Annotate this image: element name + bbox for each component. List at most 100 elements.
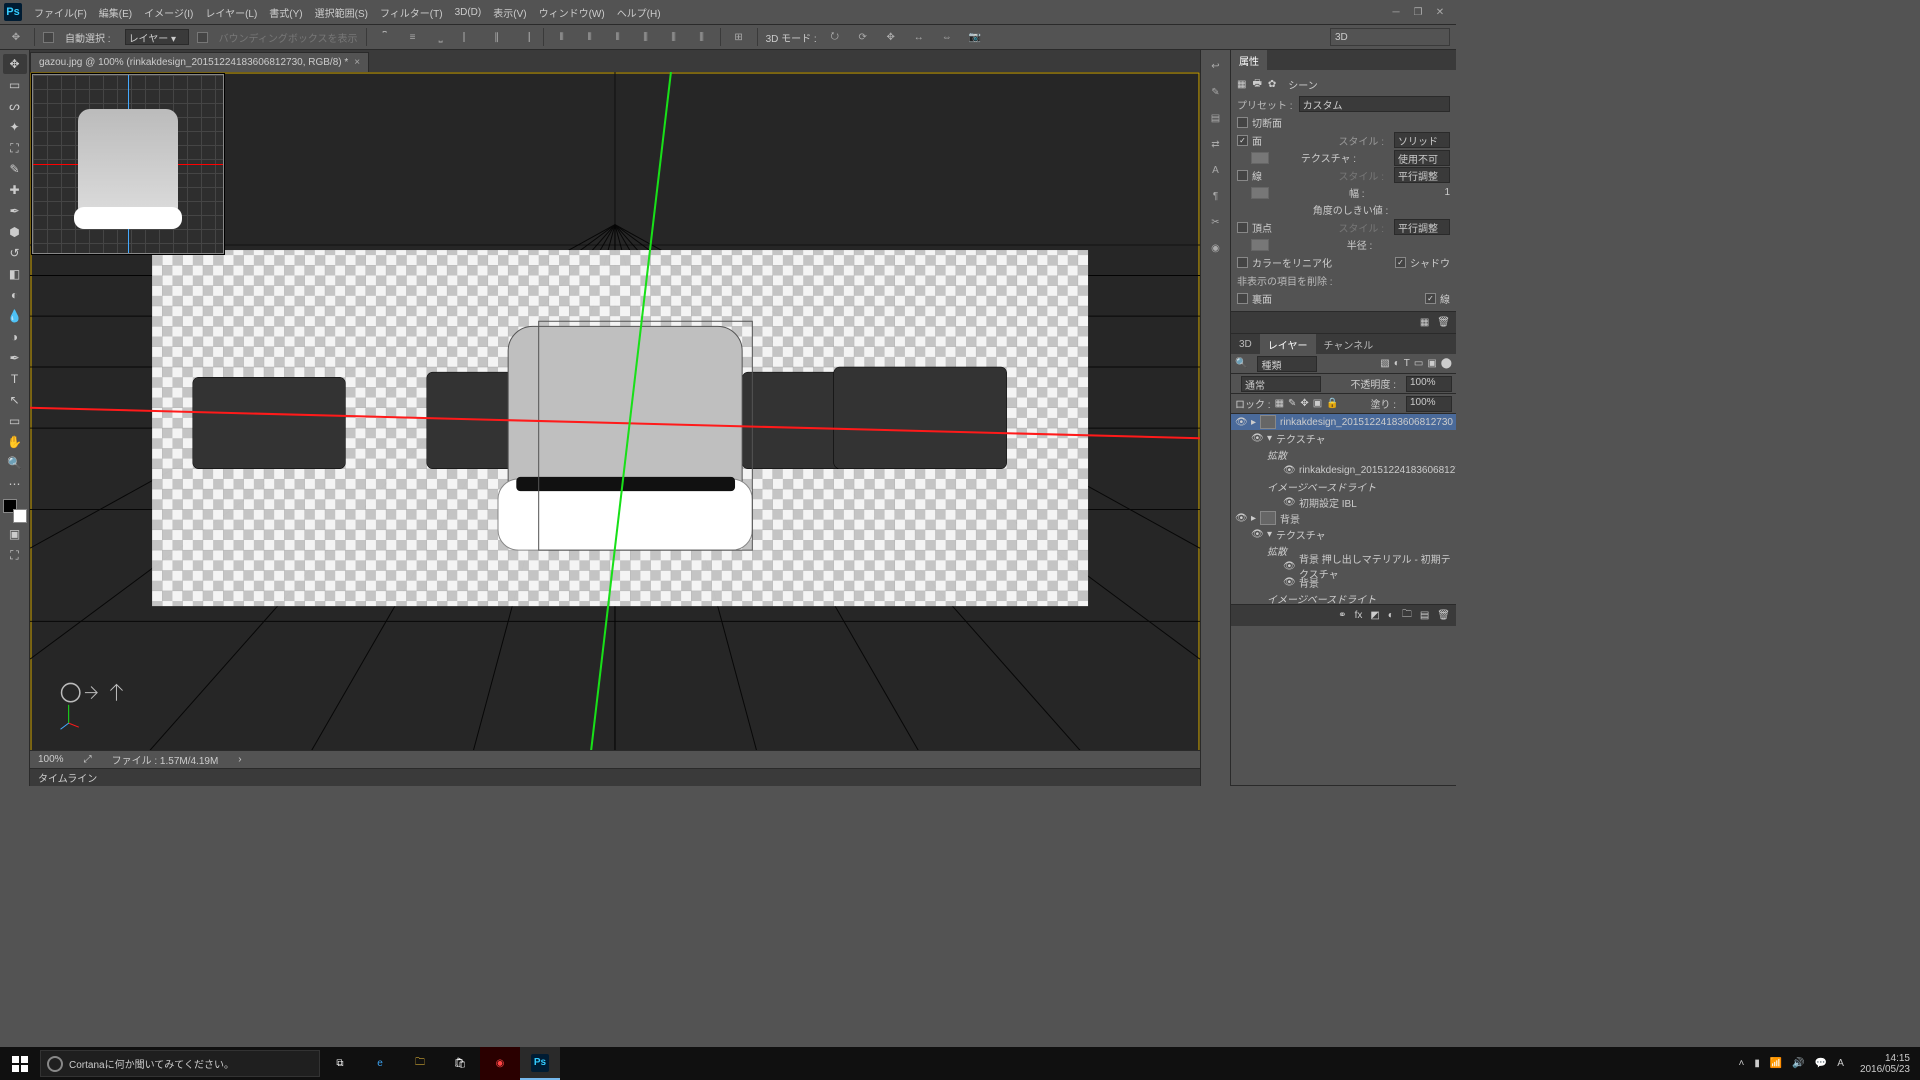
store-icon[interactable]: 🛍 — [440, 1047, 480, 1080]
volume-icon[interactable]: 🔊 — [1792, 1058, 1804, 1069]
properties-tab[interactable]: 属性 — [1231, 50, 1267, 71]
distribute-left-icon[interactable]: ⫼ — [636, 27, 656, 47]
pan-icon[interactable]: ✥ — [881, 27, 901, 47]
align-top-icon[interactable]: ⎴ — [375, 27, 395, 47]
minimize-icon[interactable]: ─ — [1390, 6, 1402, 18]
lock-trans-icon[interactable]: ▦ — [1275, 398, 1284, 409]
zoom-tool[interactable]: 🔍 — [3, 453, 27, 473]
faces-checkbox[interactable] — [1237, 135, 1248, 146]
visibility-icon[interactable]: 👁 — [1235, 513, 1247, 524]
shape-tool[interactable]: ▭ — [3, 411, 27, 431]
layer-item[interactable]: イメージベースドライト — [1231, 590, 1456, 604]
wand-tool[interactable]: ✦ — [3, 117, 27, 137]
lock-pos-icon[interactable]: ✥ — [1300, 398, 1308, 409]
menu-image[interactable]: イメージ(I) — [138, 5, 199, 20]
filter-adjust-icon[interactable]: ◐ — [1394, 358, 1400, 369]
linearize-checkbox[interactable] — [1237, 257, 1248, 268]
distribute-hcenter-icon[interactable]: ⫼ — [664, 27, 684, 47]
channels-panel-tab[interactable]: チャンネル — [1316, 334, 1382, 355]
lock-nest-icon[interactable]: ▣ — [1313, 398, 1322, 409]
creative-cloud-icon[interactable]: ◉ — [480, 1047, 520, 1080]
mask-icon[interactable]: ◩ — [1370, 610, 1379, 621]
fill-input[interactable]: 100% — [1406, 396, 1452, 412]
slide-icon[interactable]: ↔ — [909, 27, 929, 47]
trash-icon[interactable]: 🗑 — [1437, 317, 1450, 328]
brush-tool[interactable]: ✒ — [3, 201, 27, 221]
swatch-panel-icon[interactable]: ▤ — [1206, 108, 1226, 128]
type-tool[interactable]: T — [3, 369, 27, 389]
gear-icon[interactable]: ✿ — [1268, 79, 1276, 90]
menu-file[interactable]: ファイル(F) — [28, 5, 93, 20]
menu-filter[interactable]: フィルター(T) — [374, 5, 449, 20]
distribute-vcenter-icon[interactable]: ⫴ — [580, 27, 600, 47]
more-tools[interactable]: ⋯ — [3, 474, 27, 494]
layer-item[interactable]: 👁▸背景 — [1231, 510, 1456, 526]
close-icon[interactable]: ✕ — [1434, 6, 1446, 18]
align-right-icon[interactable]: ⎹ — [515, 27, 535, 47]
menu-help[interactable]: ヘルプ(H) — [611, 5, 667, 20]
auto-select-dropdown[interactable]: レイヤー ▾ — [125, 29, 189, 45]
cortana-search[interactable]: Cortanaに何か聞いてみてください。 — [40, 1050, 320, 1077]
link-icon[interactable]: ⚭ — [1338, 610, 1346, 621]
hand-tool[interactable]: ✋ — [3, 432, 27, 452]
group-icon[interactable]: 🗀 — [1402, 607, 1412, 624]
move-tool-icon[interactable]: ✥ — [6, 27, 26, 47]
camera-icon[interactable]: 📷 — [965, 27, 985, 47]
tray-chevron-icon[interactable]: ˄ — [1739, 1058, 1745, 1069]
paragraph-panel-icon[interactable]: ¶ — [1206, 186, 1226, 206]
visibility-icon[interactable]: 👁 — [1283, 561, 1295, 572]
roll-icon[interactable]: ⟳ — [853, 27, 873, 47]
face-style-dropdown[interactable]: ソリッド — [1394, 132, 1450, 148]
new-layer-icon[interactable]: ▤ — [1420, 610, 1429, 621]
blur-tool[interactable]: 💧 — [3, 306, 27, 326]
document-tab[interactable]: gazou.jpg @ 100% (rinkakdesign_201512241… — [30, 52, 369, 72]
start-button[interactable] — [0, 1047, 40, 1080]
menu-window[interactable]: ウィンドウ(W) — [533, 5, 611, 20]
zoom-icon[interactable]: ⇔ — [937, 27, 957, 47]
opacity-input[interactable]: 100% — [1406, 376, 1452, 392]
cc-libraries-icon[interactable]: ◉ — [1206, 238, 1226, 258]
timeline-tab[interactable]: タイムライン — [38, 770, 97, 785]
marquee-tool[interactable]: ▭ — [3, 75, 27, 95]
cross-section-checkbox[interactable] — [1237, 117, 1248, 128]
filter-kind-dropdown[interactable]: 種類 — [1257, 356, 1317, 372]
battery-icon[interactable]: ▮ — [1754, 1058, 1760, 1069]
shadow-checkbox[interactable] — [1395, 257, 1406, 268]
secondary-view[interactable] — [32, 74, 224, 254]
filter-toggle[interactable]: ⬤ — [1441, 358, 1452, 369]
auto-align-icon[interactable]: ⊞ — [729, 27, 749, 47]
heal-tool[interactable]: ✚ — [3, 180, 27, 200]
orbit-icon[interactable]: ⭮ — [825, 27, 845, 47]
bbox-checkbox[interactable] — [197, 32, 208, 43]
menu-edit[interactable]: 編集(E) — [93, 5, 138, 20]
menu-view[interactable]: 表示(V) — [487, 5, 532, 20]
pen-tool[interactable]: ✒ — [3, 348, 27, 368]
history-icon[interactable]: ↩ — [1206, 56, 1226, 76]
lock-all-icon[interactable]: 🔒 — [1326, 398, 1338, 409]
visibility-icon[interactable]: 👁 — [1283, 465, 1295, 476]
task-view-icon[interactable]: ⧉ — [320, 1047, 360, 1080]
blend-mode-dropdown[interactable]: 通常 — [1241, 376, 1321, 392]
layer-item[interactable]: 👁rinkakdesign_20151224183606812730... — [1231, 462, 1456, 478]
adjustment-icon[interactable]: ◐ — [1388, 610, 1394, 621]
distribute-bottom-icon[interactable]: ⫴ — [608, 27, 628, 47]
distribute-top-icon[interactable]: ⫴ — [552, 27, 572, 47]
crop-tool[interactable]: ⛶ — [3, 138, 27, 158]
status-arrow-icon[interactable]: › — [238, 754, 241, 765]
filter-pixel-icon[interactable]: ▧ — [1380, 358, 1389, 369]
quickmask-tool[interactable]: ▣ — [3, 524, 27, 544]
maximize-icon[interactable]: ❐ — [1412, 6, 1424, 18]
backface-checkbox[interactable] — [1237, 293, 1248, 304]
canvas-3d-viewport[interactable] — [30, 72, 1200, 750]
explorer-icon[interactable]: 🗀 — [400, 1047, 440, 1080]
preset-dropdown[interactable]: カスタム — [1299, 96, 1450, 112]
wifi-icon[interactable]: 📶 — [1770, 1058, 1782, 1069]
layer-item[interactable]: イメージベースドライト — [1231, 478, 1456, 494]
visibility-icon[interactable]: 👁 — [1251, 433, 1263, 444]
menu-select[interactable]: 選択範囲(S) — [309, 5, 374, 20]
lock-brush-icon[interactable]: ✎ — [1288, 398, 1296, 409]
adjust-panel-icon[interactable]: ⇄ — [1206, 134, 1226, 154]
gradient-tool[interactable]: ◐ — [3, 285, 27, 305]
align-bottom-icon[interactable]: ⎵ — [431, 27, 451, 47]
tool-presets-icon[interactable]: ✂ — [1206, 212, 1226, 232]
